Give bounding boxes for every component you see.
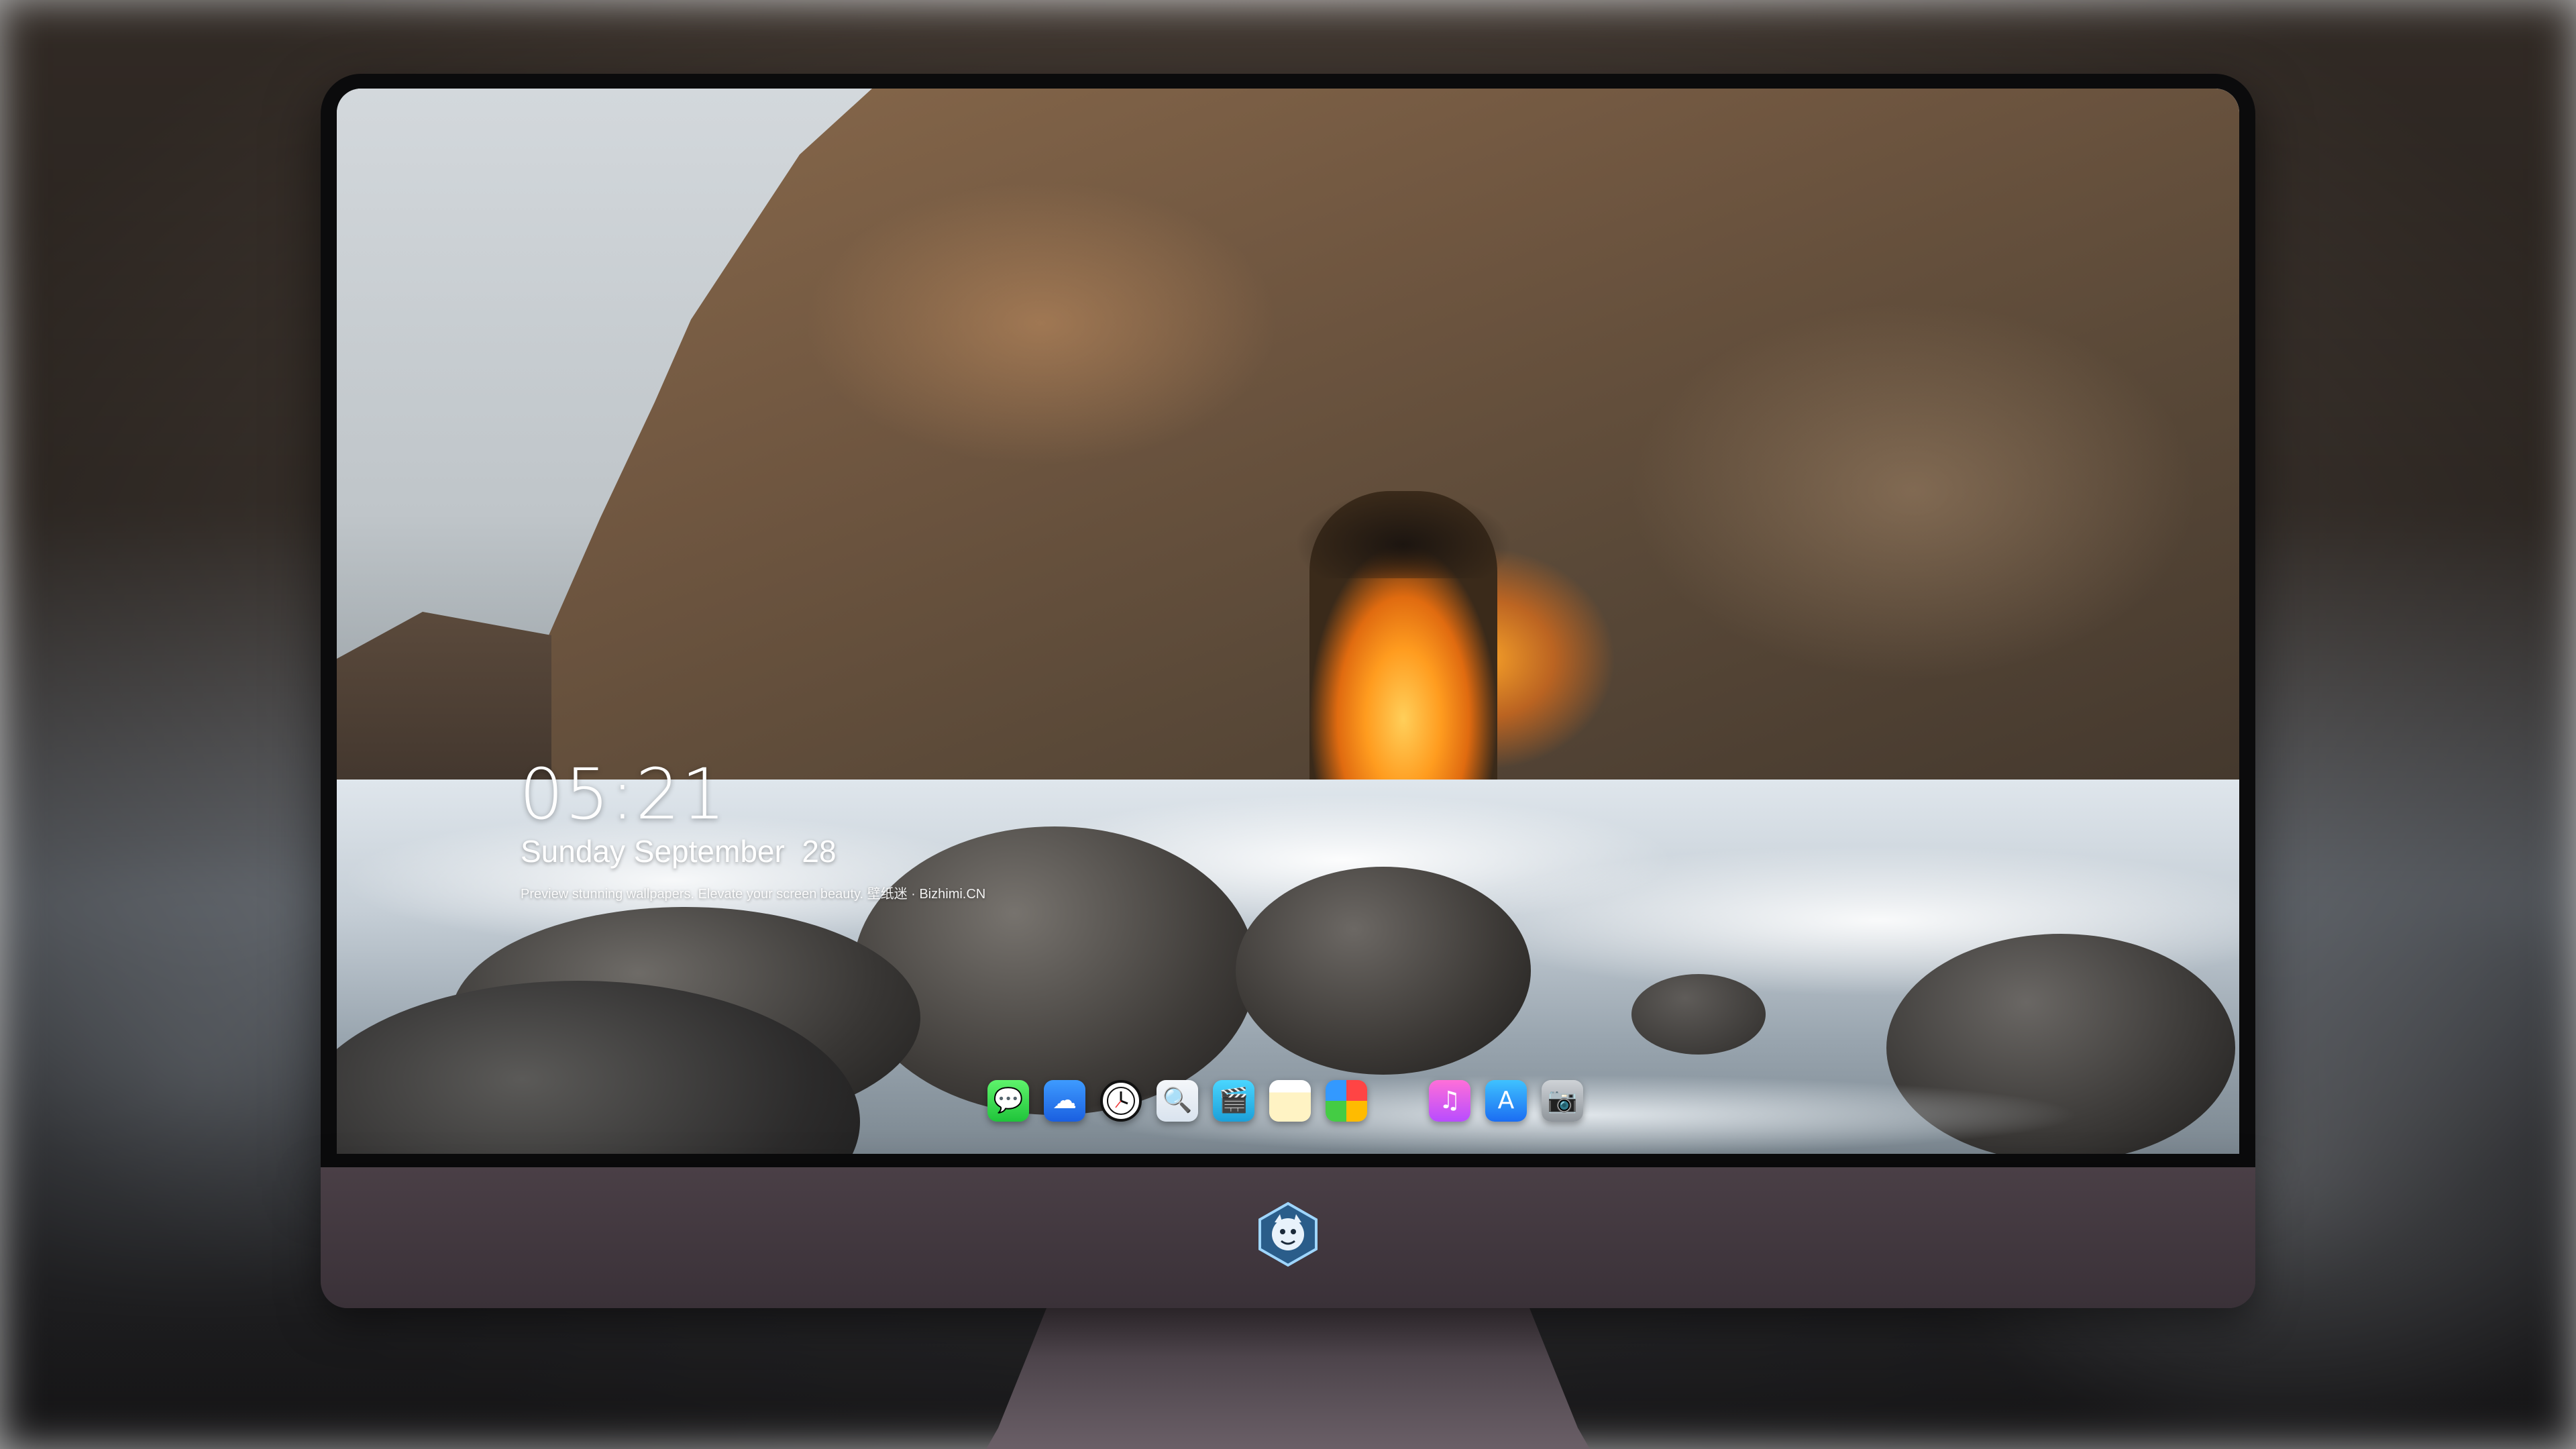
monitor-stand [986, 1308, 1590, 1449]
photos-icon[interactable] [1326, 1080, 1367, 1122]
preview-glyph: 🔍 [1162, 1087, 1193, 1114]
clock-icon[interactable] [1100, 1080, 1142, 1122]
wallpaper-tagline: Preview stunning wallpapers. Elevate you… [521, 887, 986, 902]
wallpaper-boulder [1236, 867, 1531, 1075]
lock-screen[interactable]: 05:21 Sunday September 28 Preview stunni… [337, 89, 2239, 1154]
music-icon[interactable]: ♫ [1429, 1080, 1470, 1122]
app-store-icon[interactable]: A [1485, 1080, 1527, 1122]
music-glyph: ♫ [1438, 1087, 1461, 1114]
clips-glyph: 🎬 [1218, 1087, 1249, 1114]
wallpaper-arch-shadow [1296, 484, 1511, 578]
lock-date: Sunday September 28 [521, 834, 837, 869]
wallpaper-boulder [853, 826, 1256, 1115]
dock: 💬 ☁ 🔍 🎬 ♫ A 📷 [987, 1080, 1583, 1122]
lock-clock: 05:21 [519, 753, 727, 835]
wallpaper-boulder [1631, 974, 1766, 1055]
camera-icon[interactable]: 📷 [1542, 1080, 1583, 1122]
messages-glyph: 💬 [993, 1087, 1024, 1114]
preview-icon[interactable]: 🔍 [1157, 1080, 1198, 1122]
messages-icon[interactable]: 💬 [987, 1080, 1029, 1122]
weather-glyph: ☁ [1053, 1087, 1077, 1114]
brand-logo-icon [1258, 1201, 1318, 1267]
monitor-bezel: 05:21 Sunday September 28 Preview stunni… [321, 74, 2255, 1167]
app-store-glyph: A [1497, 1087, 1515, 1114]
weather-icon[interactable]: ☁ [1044, 1080, 1085, 1122]
camera-glyph: 📷 [1547, 1087, 1578, 1114]
clips-icon[interactable]: 🎬 [1213, 1080, 1254, 1122]
notes-icon[interactable] [1269, 1080, 1311, 1122]
clock-face [1107, 1087, 1135, 1115]
